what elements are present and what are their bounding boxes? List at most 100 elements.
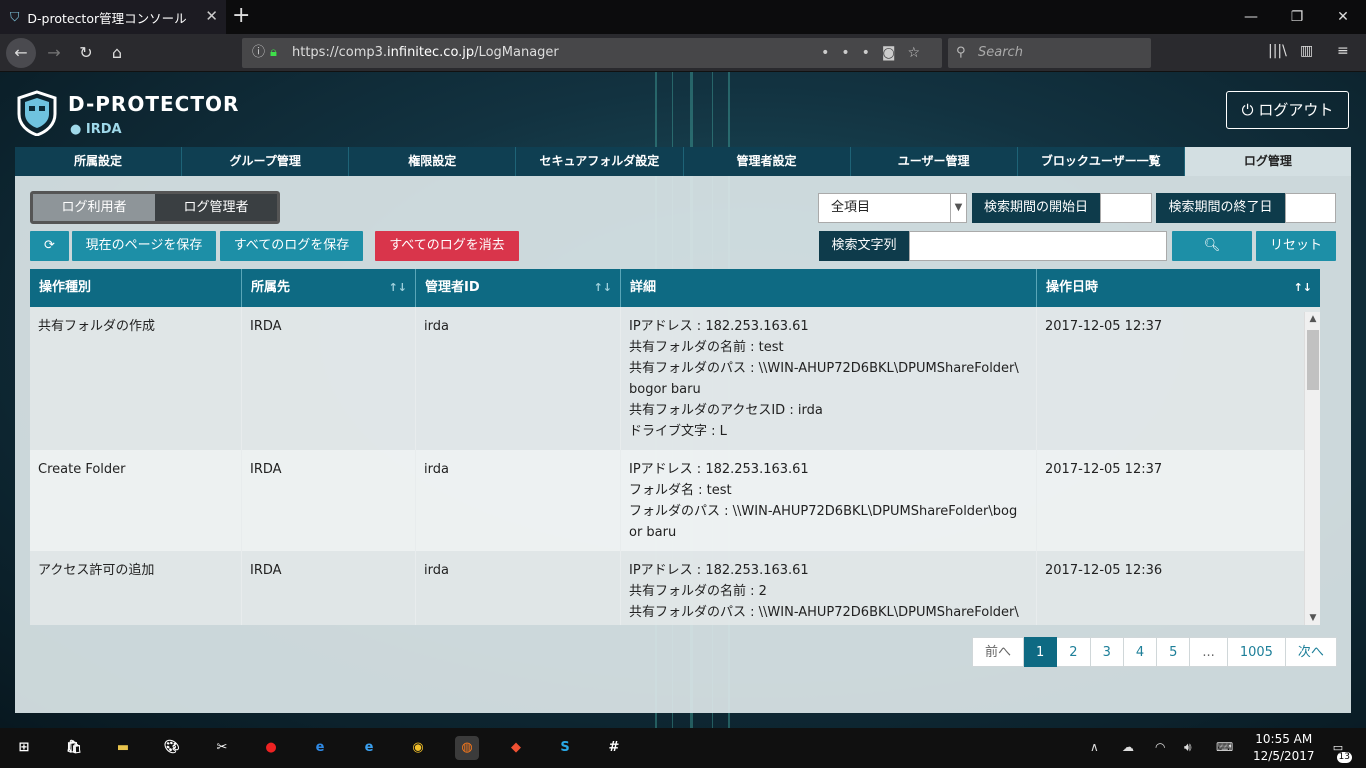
column-header-datetime[interactable]: 操作日時 ↑↓ — [1037, 269, 1320, 307]
action-center-icon[interactable]: ▭ 13 — [1326, 736, 1352, 763]
windows-start-icon[interactable]: ⊞ — [12, 736, 36, 760]
save-page-button[interactable]: 現在のページを保存 — [72, 231, 216, 261]
browser-tab[interactable]: ⛉ D-protector管理コンソール ✕ — [0, 0, 226, 34]
search-text-label: 検索文字列 — [819, 231, 909, 261]
scroll-up-icon[interactable]: ▲ — [1305, 314, 1321, 324]
page-button[interactable]: 5 — [1157, 637, 1191, 667]
reload-icon[interactable]: ↻ — [72, 39, 100, 67]
column-header-admin-id[interactable]: 管理者ID ↑↓ — [416, 269, 621, 307]
next-page-button[interactable]: 次へ — [1285, 637, 1337, 667]
skype-icon[interactable]: S — [553, 736, 577, 760]
log-user-button[interactable]: ログ利用者 — [33, 194, 155, 221]
save-all-button[interactable]: すべてのログを保存 — [220, 231, 363, 261]
column-header-operation[interactable]: 操作種別 — [30, 269, 242, 307]
cell-details: IPアドレス : 182.253.163.61 共有フォルダの名前 : test… — [621, 307, 1037, 450]
edge-icon[interactable]: e — [308, 736, 332, 760]
brand-title: D-PROTECTOR — [68, 92, 240, 116]
keyboard-icon[interactable]: ⌨ — [1216, 740, 1233, 754]
page-button[interactable]: 1 — [1024, 637, 1058, 667]
chrome-icon[interactable]: ◉ — [406, 736, 430, 760]
cell-operation: 共有フォルダの作成 — [30, 307, 242, 450]
table-row[interactable]: Create Folder IRDA irda IPアドレス : 182.253… — [30, 450, 1320, 551]
tab-users[interactable]: ユーザー管理 — [851, 147, 1018, 176]
url-bar[interactable]: ⓘ 🔒︎ https://comp3.infinitec.co.jp/LogMa… — [242, 38, 942, 68]
info-icon[interactable]: ⓘ — [252, 38, 265, 68]
page-button[interactable]: 3 — [1090, 637, 1124, 667]
tab-admin[interactable]: 管理者設定 — [684, 147, 851, 176]
sidebar-icon[interactable]: ▥ — [1300, 43, 1313, 59]
tab-permission[interactable]: 権限設定 — [349, 147, 517, 176]
tab-group[interactable]: グループ管理 — [182, 147, 350, 176]
page-button[interactable]: 4 — [1123, 637, 1158, 667]
tab-log[interactable]: ログ管理 — [1184, 147, 1351, 176]
ie-icon[interactable]: e — [357, 736, 381, 760]
reset-button[interactable]: リセット — [1256, 231, 1336, 261]
scroll-down-icon[interactable]: ▼ — [1305, 613, 1321, 623]
snipping-tool-icon[interactable]: ✂ — [210, 736, 234, 760]
prev-page-button[interactable]: 前へ — [972, 637, 1025, 667]
table-scrollbar[interactable]: ▲ ▼ — [1304, 312, 1320, 625]
back-icon[interactable]: ← — [6, 38, 36, 68]
clock-date: 12/5/2017 — [1253, 749, 1315, 763]
detail-line: IPアドレス : 182.253.163.61 — [629, 319, 809, 334]
search-bar[interactable]: ⚲ Search — [948, 38, 1151, 68]
table-row[interactable]: 共有フォルダの作成 IRDA irda IPアドレス : 182.253.163… — [30, 307, 1320, 450]
new-tab-icon[interactable]: + — [232, 3, 250, 28]
file-explorer-icon[interactable]: ▬ — [111, 736, 135, 760]
pocket-icon[interactable]: ◙ — [882, 45, 908, 61]
browser-tab-title: D-protector管理コンソール — [27, 10, 187, 26]
clock[interactable]: 10:55 AM 12/5/2017 — [1253, 731, 1315, 765]
menu-icon[interactable]: ≡ — [1337, 43, 1349, 59]
page-button[interactable]: 2 — [1057, 637, 1091, 667]
restore-icon[interactable]: ❐ — [1274, 0, 1320, 34]
page: D-PROTECTOR ● IRDA ⏻ ログアウト 所属設定 グループ管理 権… — [0, 72, 1366, 728]
clock-time: 10:55 AM — [1255, 732, 1313, 746]
search-text-input[interactable] — [909, 231, 1167, 261]
column-header-details[interactable]: 詳細 — [621, 269, 1037, 307]
home-icon[interactable]: ⌂ — [103, 39, 131, 67]
page-actions-icon[interactable]: ••• — [821, 45, 882, 61]
d-protector-logo — [17, 90, 57, 136]
log-type-toggle: ログ利用者 ログ管理者 — [30, 191, 280, 224]
forward-icon[interactable]: → — [40, 39, 68, 67]
close-window-icon[interactable]: ✕ — [1320, 0, 1366, 34]
sort-desc-icon: ↑↓ — [1293, 281, 1312, 294]
tab-blocked-users[interactable]: ブロックユーザー一覧 — [1018, 147, 1185, 176]
delete-all-button[interactable]: すべてのログを消去 — [375, 231, 519, 261]
paint-icon[interactable]: 🎨︎ — [160, 736, 184, 760]
library-icon[interactable]: |||\ — [1268, 43, 1287, 59]
store-icon[interactable]: 🛍︎ — [62, 736, 86, 760]
org-name: ● IRDA — [70, 122, 122, 137]
slack-icon[interactable]: # — [602, 736, 626, 760]
table-row[interactable]: アクセス許可の追加 IRDA irda IPアドレス : 182.253.163… — [30, 551, 1320, 625]
cell-admin: irda — [416, 307, 621, 450]
end-date-label: 検索期間の終了日 — [1156, 193, 1285, 223]
search-button[interactable]: 🔍︎ — [1172, 231, 1252, 261]
end-date-input[interactable] — [1285, 193, 1336, 223]
tab-affiliation[interactable]: 所属設定 — [15, 147, 183, 176]
start-date-input[interactable] — [1100, 193, 1152, 223]
onedrive-icon[interactable]: ☁ — [1122, 740, 1134, 754]
detail-line: 共有フォルダのアクセスID : irda — [629, 403, 823, 418]
tray-chevron-icon[interactable]: ∧ — [1090, 740, 1099, 754]
logout-button[interactable]: ⏻ ログアウト — [1226, 91, 1349, 129]
volume-icon[interactable]: 🔊︎ — [1184, 740, 1192, 755]
scroll-thumb[interactable] — [1307, 330, 1319, 390]
close-tab-icon[interactable]: ✕ — [205, 7, 218, 25]
bookmark-star-icon[interactable]: ☆ — [907, 45, 932, 61]
minimize-icon[interactable]: — — [1228, 0, 1274, 34]
filter-select[interactable]: 全項目 ▼ — [818, 193, 967, 223]
url-path: /LogManager — [474, 45, 559, 60]
detail-line: 共有フォルダの名前 : 2 — [629, 584, 767, 599]
refresh-button[interactable]: ⟳ — [30, 231, 69, 261]
git-icon[interactable]: ◆ — [504, 736, 528, 760]
page-button[interactable]: 1005 — [1227, 637, 1286, 667]
wifi-icon[interactable]: ◠ — [1155, 740, 1165, 754]
taskbar: ⊞ 🛍︎ ▬ 🎨︎ ✂ ● e e ◉ ◍ ◆ S # ∧ ☁ ◠ 🔊︎ ⌨ 1… — [0, 728, 1366, 768]
cell-org: IRDA — [242, 450, 416, 551]
log-admin-button[interactable]: ログ管理者 — [155, 194, 277, 221]
firefox-icon[interactable]: ◍ — [455, 736, 479, 760]
tab-secure-folder[interactable]: セキュアフォルダ設定 — [516, 147, 684, 176]
column-header-org[interactable]: 所属先 ↑↓ — [242, 269, 416, 307]
record-icon[interactable]: ● — [259, 736, 283, 760]
